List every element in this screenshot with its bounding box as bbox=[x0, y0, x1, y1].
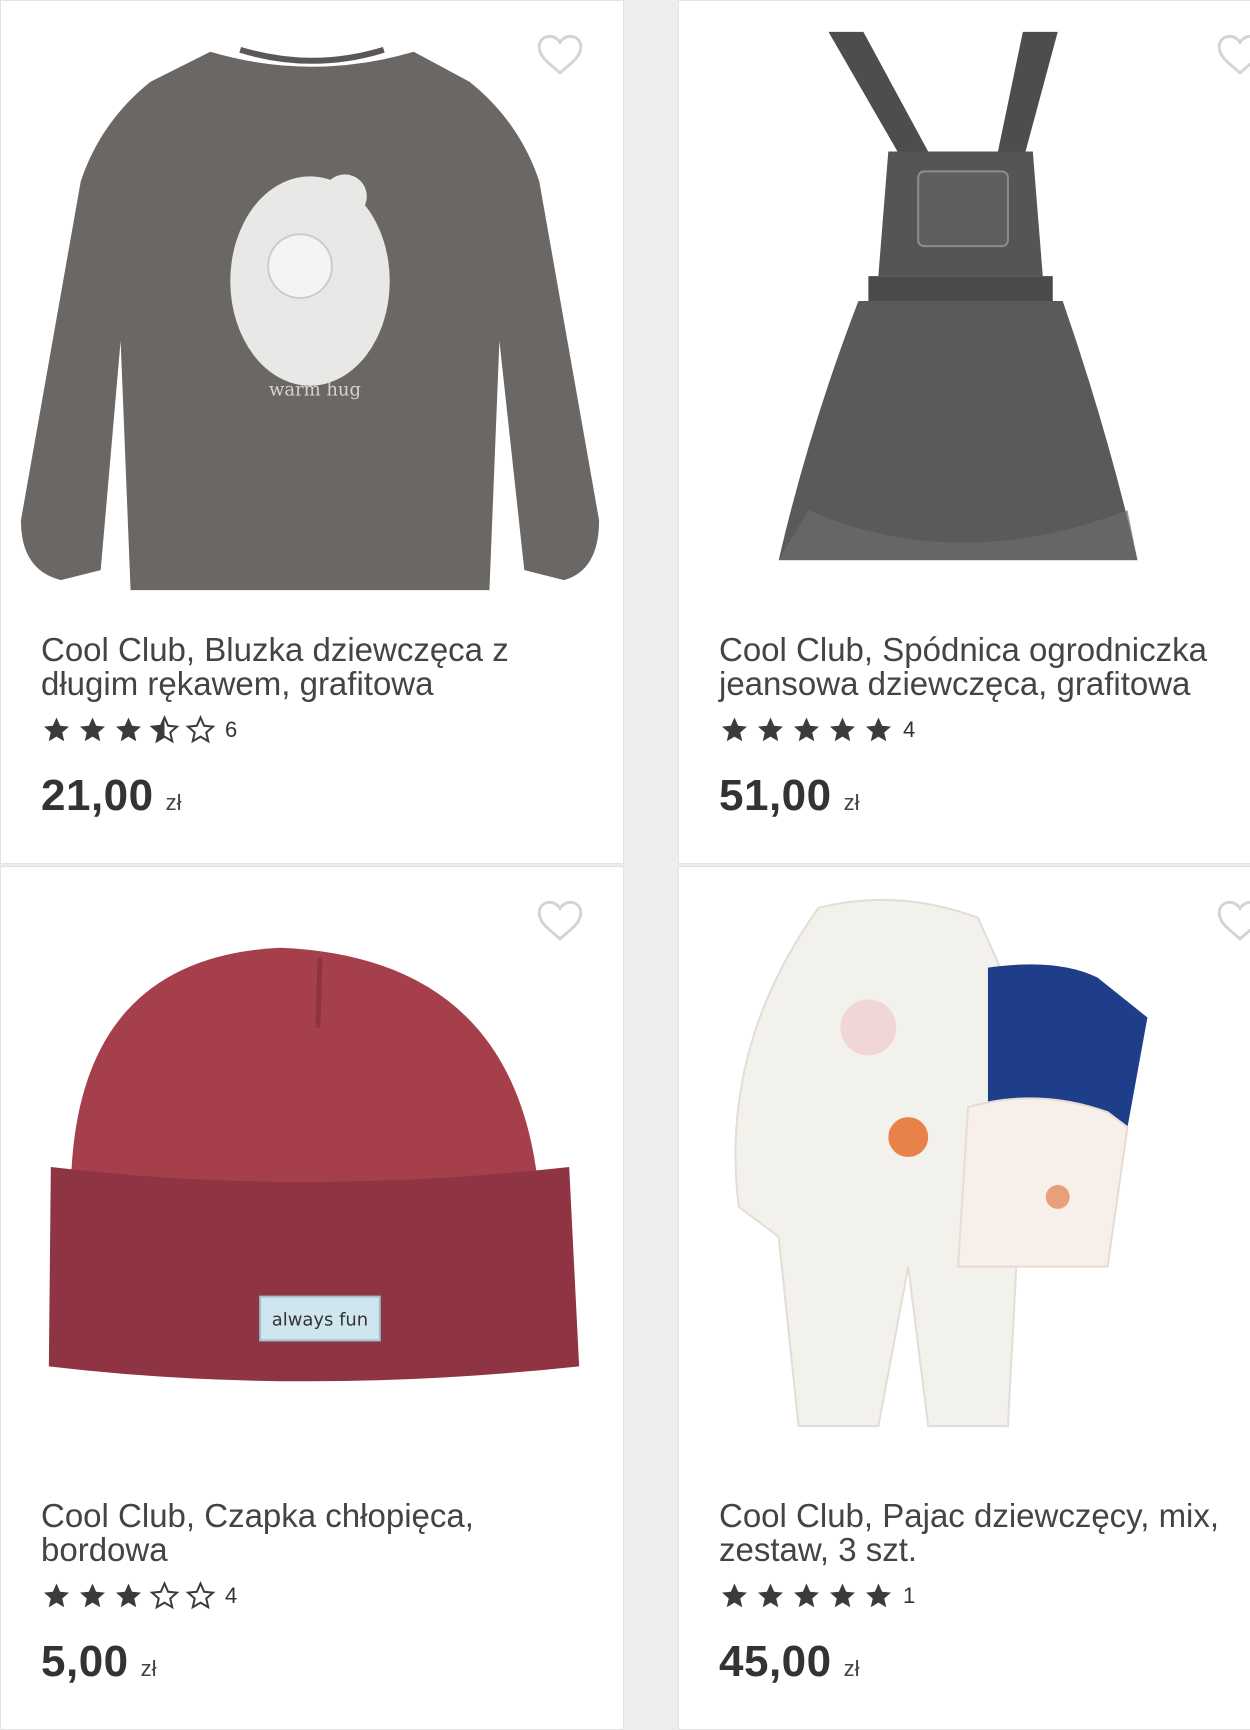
star-full-icon bbox=[794, 717, 819, 742]
star-full-icon bbox=[830, 717, 855, 742]
wishlist-heart-icon[interactable] bbox=[535, 897, 585, 943]
star-full-icon bbox=[80, 1583, 105, 1608]
label-text: always fun bbox=[272, 1309, 368, 1330]
star-full-icon bbox=[44, 717, 69, 742]
price-amount: 51,00 bbox=[719, 771, 832, 820]
product-card[interactable]: Cool Club, Pajac dziewczęcy, mix, zestaw… bbox=[678, 866, 1250, 1730]
review-count: 6 bbox=[225, 717, 238, 742]
star-empty-icon bbox=[185, 715, 216, 744]
product-image-romper-set[interactable] bbox=[679, 867, 1250, 1467]
product-grid: warm hug Cool Club, Bluzka dziewczęca z … bbox=[0, 0, 1250, 1730]
wishlist-heart-icon[interactable] bbox=[1215, 897, 1250, 943]
star-full-icon bbox=[722, 1583, 747, 1608]
price-currency: zł bbox=[165, 790, 182, 815]
rating-stars: 1 bbox=[719, 1579, 915, 1613]
price-amount: 21,00 bbox=[41, 771, 154, 820]
price-currency: zł bbox=[843, 790, 860, 815]
star-full-icon bbox=[758, 717, 783, 742]
price-currency: zł bbox=[843, 1656, 860, 1681]
wishlist-heart-icon[interactable] bbox=[1215, 31, 1250, 77]
star-half-icon bbox=[149, 715, 180, 744]
star-empty-icon bbox=[185, 1581, 216, 1610]
star-full-icon bbox=[116, 717, 141, 742]
product-card[interactable]: Cool Club, Spódnica ogrodniczka jeansowa… bbox=[678, 0, 1250, 864]
star-full-icon bbox=[758, 1583, 783, 1608]
product-title[interactable]: Cool Club, Czapka chłopięca, bordowa bbox=[41, 1499, 581, 1567]
review-count: 1 bbox=[903, 1583, 916, 1608]
rating-stars: 4 bbox=[41, 1579, 237, 1613]
price: 21,00 zł bbox=[41, 771, 182, 821]
star-full-icon bbox=[722, 717, 747, 742]
product-image-beanie[interactable]: always fun bbox=[1, 867, 623, 1467]
product-title[interactable]: Cool Club, Pajac dziewczęcy, mix, zestaw… bbox=[719, 1499, 1250, 1567]
rating-stars: 4 bbox=[719, 713, 915, 747]
price-currency: zł bbox=[140, 1656, 157, 1681]
review-count: 4 bbox=[225, 1583, 238, 1608]
print-text: warm hug bbox=[269, 380, 361, 401]
product-card[interactable]: warm hug Cool Club, Bluzka dziewczęca z … bbox=[0, 0, 624, 864]
price: 51,00 zł bbox=[719, 771, 860, 821]
star-empty-icon bbox=[149, 1581, 180, 1610]
product-card[interactable]: always fun Cool Club, Czapka chłopięca, … bbox=[0, 866, 624, 1730]
star-full-icon bbox=[866, 1583, 891, 1608]
star-full-icon bbox=[866, 717, 891, 742]
price-amount: 5,00 bbox=[41, 1637, 129, 1686]
price-amount: 45,00 bbox=[719, 1637, 832, 1686]
star-full-icon bbox=[116, 1583, 141, 1608]
product-title[interactable]: Cool Club, Bluzka dziewczęca z długim rę… bbox=[41, 633, 581, 701]
rating-stars: 6 bbox=[41, 713, 237, 747]
price: 45,00 zł bbox=[719, 1637, 860, 1687]
price: 5,00 zł bbox=[41, 1637, 157, 1687]
product-image-sweatshirt[interactable]: warm hug bbox=[1, 1, 623, 601]
wishlist-heart-icon[interactable] bbox=[535, 31, 585, 77]
star-full-icon bbox=[44, 1583, 69, 1608]
star-full-icon bbox=[794, 1583, 819, 1608]
product-image-overall-dress[interactable] bbox=[679, 1, 1250, 601]
review-count: 4 bbox=[903, 717, 916, 742]
star-full-icon bbox=[80, 717, 105, 742]
product-title[interactable]: Cool Club, Spódnica ogrodniczka jeansowa… bbox=[719, 633, 1250, 701]
star-full-icon bbox=[830, 1583, 855, 1608]
